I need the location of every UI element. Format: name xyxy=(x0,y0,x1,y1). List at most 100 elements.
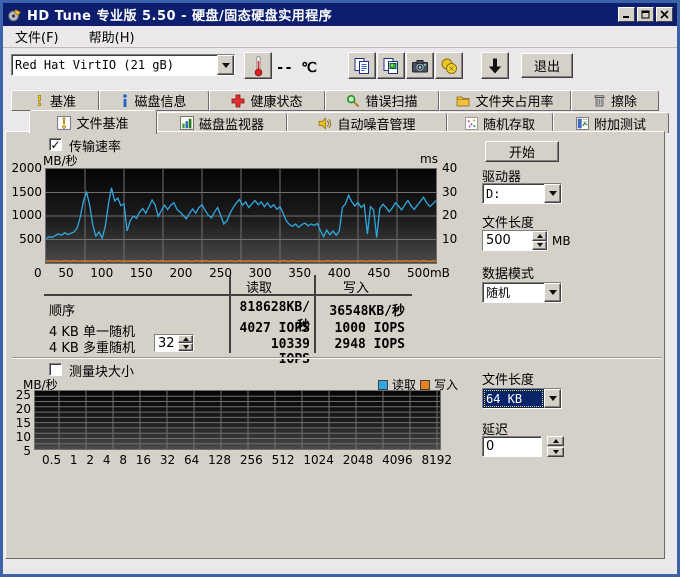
write-legend-swatch xyxy=(420,380,430,390)
tick-label: 2000 xyxy=(11,161,42,175)
tab-health[interactable]: 健康状态 xyxy=(209,90,325,111)
tab-disk-info[interactable]: 磁盘信息 xyxy=(99,90,209,111)
random-dots-icon xyxy=(465,117,478,130)
tab-benchmark[interactable]: 基准 xyxy=(11,90,99,111)
tick-label: 128 xyxy=(208,453,231,467)
exit-button-label: 退出 xyxy=(534,56,560,75)
start-button-label: 开始 xyxy=(509,142,535,161)
tab-error-scan[interactable]: 错误扫描 xyxy=(325,90,439,111)
main-chart-y2ticks: 40302010 xyxy=(442,161,466,246)
block-file-length-arrow[interactable] xyxy=(544,389,561,408)
tick-label: 1 xyxy=(70,453,78,467)
tick-label: 1500 xyxy=(11,185,42,199)
chevron-down-icon xyxy=(549,191,557,196)
queue-depth-up-button[interactable] xyxy=(178,335,193,343)
app-icon xyxy=(7,7,22,22)
health-cross-icon xyxy=(231,94,245,108)
export-button[interactable] xyxy=(481,52,509,79)
block-file-length-value: 64 KB xyxy=(483,389,544,408)
drive-select[interactable]: Red Hat VirtIO (21 gB) xyxy=(11,54,235,76)
drive-select-value: Red Hat VirtIO (21 gB) xyxy=(12,55,217,75)
delay-down-button[interactable] xyxy=(547,447,564,457)
tab-label: 基准 xyxy=(50,91,76,110)
drive-dropdown-arrow[interactable] xyxy=(544,184,561,203)
temperature-button[interactable] xyxy=(244,52,272,79)
exit-button[interactable]: 退出 xyxy=(521,53,573,78)
tick-label: 256 xyxy=(240,453,263,467)
tab-label: 文件夹占用率 xyxy=(475,91,553,110)
tab-random-access[interactable]: 随机存取 xyxy=(447,112,553,133)
tick-label: 150 xyxy=(130,266,153,280)
tick-label: 8192 xyxy=(421,453,452,467)
row-4k-multi-label: 4 KB 多重随机 xyxy=(49,337,135,356)
file-benchmark-page: ✓ 传输速率 MB/秒 ms 200015001000500 40302010 … xyxy=(5,131,665,559)
block-size-plot xyxy=(35,391,440,449)
file-length-up-button[interactable] xyxy=(532,231,547,241)
file-length-down-button[interactable] xyxy=(532,241,547,251)
screenshot-button[interactable] xyxy=(406,52,434,79)
block-chart-yticks: 252015105 xyxy=(8,388,31,440)
data-mode-arrow[interactable] xyxy=(544,283,561,302)
data-mode-value: 随机 xyxy=(483,283,544,302)
delay-stepper[interactable] xyxy=(547,436,564,457)
minimize-button[interactable] xyxy=(618,7,635,22)
tick-label: 20 xyxy=(16,402,31,416)
menu-file[interactable]: 文件(F) xyxy=(11,26,63,47)
queue-depth-down-button[interactable] xyxy=(178,343,193,351)
chevron-down-icon xyxy=(222,63,230,68)
tick-label: 10 xyxy=(442,232,466,246)
copy-image-button[interactable] xyxy=(377,52,405,79)
queue-depth-stepper[interactable]: 32 xyxy=(154,334,194,352)
maximize-button[interactable] xyxy=(637,7,654,22)
save-results-button[interactable] xyxy=(435,52,463,79)
copy-text-icon xyxy=(353,57,371,75)
tick-label: 4096 xyxy=(382,453,413,467)
row-sequential-write: 36548KB/秒 xyxy=(319,300,405,319)
tab-erase[interactable]: 擦除 xyxy=(571,90,659,111)
tab-auto-acoustic[interactable]: 自动噪音管理 xyxy=(287,112,447,133)
tick-label: 25 xyxy=(16,388,31,402)
section-divider xyxy=(12,357,662,359)
speaker-icon xyxy=(318,117,332,130)
app-window: HD Tune 专业版 5.50 - 硬盘/固态硬盘实用程序 文件(F) 帮助(… xyxy=(0,0,680,577)
up-arrow-icon xyxy=(537,234,543,238)
tab-label: 磁盘信息 xyxy=(134,91,186,110)
tick-label: 500 xyxy=(19,232,42,246)
block-file-length-label: 文件长度 xyxy=(482,369,534,388)
menu-bar: 文件(F) 帮助(H) xyxy=(3,26,677,48)
block-file-length-dropdown[interactable]: 64 KB xyxy=(482,388,562,409)
trash-icon xyxy=(593,94,606,107)
info-icon xyxy=(121,94,129,107)
tab-label: 磁盘监视器 xyxy=(199,114,264,133)
file-length-unit: MB xyxy=(552,234,571,248)
table-rule xyxy=(44,294,412,296)
maximize-icon xyxy=(641,10,650,19)
main-chart-yticks: 200015001000500 xyxy=(10,161,42,246)
transfer-rate-checkbox[interactable]: ✓ xyxy=(49,138,62,151)
tick-label: 8 xyxy=(119,453,127,467)
close-button[interactable] xyxy=(656,7,673,22)
tick-label: 20 xyxy=(442,208,466,222)
tab-file-benchmark[interactable]: 文件基准 xyxy=(29,110,157,134)
delay-input[interactable]: 0 xyxy=(482,436,542,457)
tick-label: 5 xyxy=(23,444,31,458)
drive-dropdown[interactable]: D: xyxy=(482,183,562,204)
menu-help[interactable]: 帮助(H) xyxy=(85,26,139,47)
file-length-stepper[interactable]: 500 xyxy=(482,230,548,251)
start-button[interactable]: 开始 xyxy=(485,141,559,162)
tick-label: 100 xyxy=(90,266,113,280)
tick-label: 50 xyxy=(58,266,73,280)
chevron-down-icon xyxy=(549,290,557,295)
data-mode-dropdown[interactable]: 随机 xyxy=(482,282,562,303)
copy-text-button[interactable] xyxy=(348,52,376,79)
tab-extra-tests[interactable]: 附加测试 xyxy=(553,112,669,133)
tab-disk-monitor[interactable]: 磁盘监视器 xyxy=(157,112,287,133)
exclamation-icon xyxy=(34,94,45,107)
block-size-checkbox[interactable] xyxy=(49,363,62,376)
drive-select-arrow[interactable] xyxy=(217,55,234,75)
tab-folder-usage[interactable]: 文件夹占用率 xyxy=(439,90,571,111)
tick-label: 4 xyxy=(103,453,111,467)
file-length-value: 500 xyxy=(483,231,532,250)
tick-label: 16 xyxy=(136,453,151,467)
delay-up-button[interactable] xyxy=(547,436,564,446)
